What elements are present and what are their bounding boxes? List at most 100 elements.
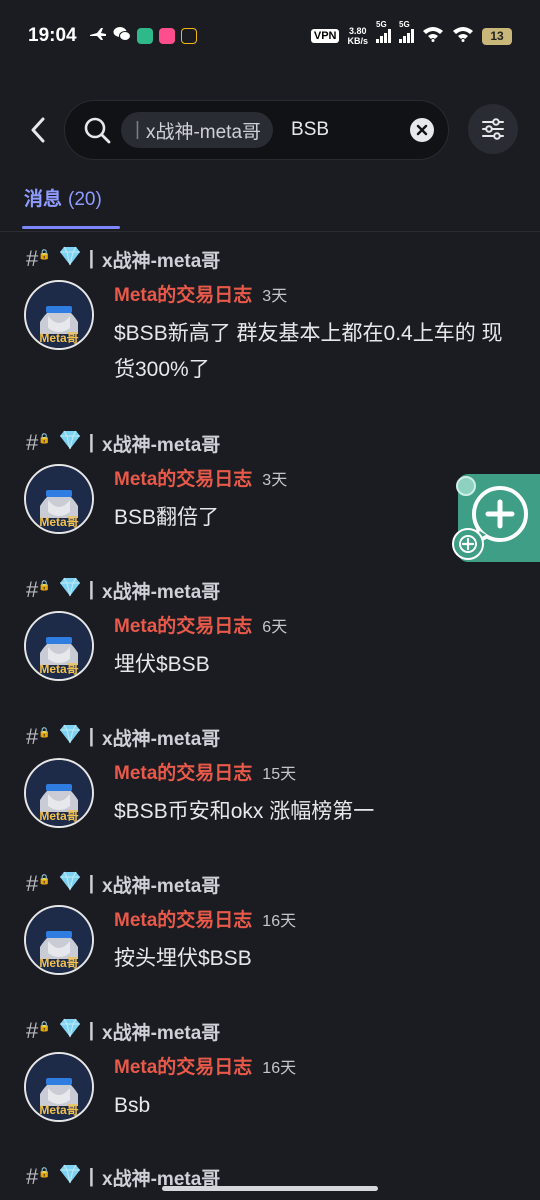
signal-gen-label: 5G (376, 20, 387, 29)
svg-text:Meta哥: Meta哥 (39, 1103, 78, 1117)
author-row: Meta的交易日志 3天 (114, 464, 287, 491)
result-channel[interactable]: #🔒 | x战神-meta哥 (26, 1018, 220, 1044)
avatar-image: Meta哥 (26, 613, 92, 679)
signal-icon: 5G (376, 20, 391, 43)
back-button[interactable] (24, 112, 52, 148)
message-time: 16天 (262, 913, 297, 930)
status-right: VPN 3.80 KB/s 5G 5G 13 (310, 20, 512, 47)
diamond-icon (59, 246, 81, 272)
widget-handle[interactable] (456, 476, 476, 496)
channel-name: x战神-meta哥 (102, 875, 221, 897)
diamond-icon (59, 1018, 81, 1044)
avatar[interactable]: Meta哥 (24, 905, 94, 975)
author-name[interactable]: Meta的交易日志 (114, 763, 252, 784)
message-time: 3天 (262, 472, 288, 489)
result-channel[interactable]: #🔒 | x战神-meta哥 (26, 577, 220, 603)
message-text: 埋伏$BSB (114, 653, 210, 676)
search-input[interactable]: | x战神-meta哥 BSB (64, 100, 449, 160)
hash-lock-icon: #🔒 (26, 577, 51, 602)
author-row: Meta的交易日志 16天 (114, 1052, 296, 1079)
clear-icon (416, 124, 428, 136)
author-name[interactable]: Meta的交易日志 (114, 469, 252, 490)
status-bar: 19:04 VPN 3.80 KB/s 5G 5G 13 (0, 0, 540, 72)
plus-icon (459, 535, 477, 553)
result-channel[interactable]: #🔒 | x战神-meta哥 (26, 871, 220, 897)
diamond-icon (59, 577, 81, 603)
result-channel[interactable]: #🔒 | x战神-meta哥 (26, 246, 220, 272)
wifi-icon (422, 26, 444, 47)
avatar[interactable]: Meta哥 (24, 280, 94, 350)
tab-messages-label: 消息 (24, 189, 63, 210)
clear-search-button[interactable] (410, 118, 434, 142)
channel-name: x战神-meta哥 (102, 434, 221, 456)
camera-app-icon (158, 28, 175, 44)
tab-messages-count: (20) (68, 189, 102, 210)
battery-icon: 13 (482, 27, 512, 45)
channel-separator: | (88, 432, 95, 453)
author-row: Meta的交易日志 15天 (114, 758, 296, 785)
tab-active-indicator (22, 226, 120, 229)
net-speed-unit: KB/s (347, 36, 368, 46)
avatar[interactable]: Meta哥 (24, 464, 94, 534)
net-speed: 3.80 KB/s (347, 26, 368, 46)
channel-name: x战神-meta哥 (102, 250, 221, 272)
status-time: 19:04 (28, 25, 77, 46)
diamond-icon (59, 1164, 81, 1190)
svg-text:Meta哥: Meta哥 (39, 956, 78, 970)
svg-text:Meta哥: Meta哥 (39, 662, 78, 676)
channel-name: x战神-meta哥 (102, 581, 221, 603)
channel-name: x战神-meta哥 (102, 728, 221, 750)
message-text: Bsb (114, 1094, 151, 1117)
avatar[interactable]: Meta哥 (24, 758, 94, 828)
hash-lock-icon: #🔒 (26, 1018, 51, 1043)
diamond-icon (59, 871, 81, 897)
channel-filter-chip[interactable]: | x战神-meta哥 (121, 112, 274, 148)
binance-icon (180, 28, 197, 44)
status-app-icons (89, 26, 197, 47)
diamond-icon (59, 430, 81, 456)
channel-name: x战神-meta哥 (102, 1022, 221, 1044)
tab-divider (0, 231, 540, 232)
channel-separator: | (88, 1020, 95, 1041)
avatar[interactable]: Meta哥 (24, 611, 94, 681)
author-row: Meta的交易日志 6天 (114, 611, 287, 638)
channel-separator: | (88, 579, 95, 600)
hash-lock-icon: #🔒 (26, 430, 51, 455)
avatar[interactable]: Meta哥 (24, 1052, 94, 1122)
result-channel[interactable]: #🔒 | x战神-meta哥 (26, 724, 220, 750)
channel-separator: | (88, 873, 95, 894)
plane-icon (89, 27, 107, 46)
avatar-image: Meta哥 (26, 1054, 92, 1120)
filter-sliders-icon (482, 118, 504, 140)
message-time: 3天 (262, 288, 288, 305)
hash-lock-icon: #🔒 (26, 246, 51, 271)
svg-text:Meta哥: Meta哥 (39, 331, 78, 345)
result-channel[interactable]: #🔒 | x战神-meta哥 (26, 430, 220, 456)
message-text: $BSB币安和okx 涨幅榜第一 (114, 800, 375, 823)
author-name[interactable]: Meta的交易日志 (114, 910, 252, 931)
home-indicator[interactable] (162, 1186, 378, 1191)
avatar-image: Meta哥 (26, 282, 92, 348)
author-name[interactable]: Meta的交易日志 (114, 285, 252, 306)
author-name[interactable]: Meta的交易日志 (114, 616, 252, 637)
wechat-icon (113, 26, 131, 47)
channel-separator: | (88, 1166, 95, 1187)
diamond-icon (59, 724, 81, 750)
message-time: 15天 (262, 766, 297, 783)
message-time: 16天 (262, 1060, 297, 1077)
hash-lock-icon: #🔒 (26, 724, 51, 749)
hash-lock-icon: #🔒 (26, 1164, 51, 1189)
avatar-image: Meta哥 (26, 760, 92, 826)
author-name[interactable]: Meta的交易日志 (114, 1057, 252, 1078)
vpn-badge: VPN (310, 29, 340, 43)
message-time: 6天 (262, 619, 288, 636)
hash-lock-icon: #🔒 (26, 871, 51, 896)
chevron-left-icon (31, 117, 45, 143)
tab-messages[interactable]: 消息 (20) (24, 184, 102, 211)
search-query-text[interactable]: BSB (291, 119, 410, 141)
avatar-image: Meta哥 (26, 466, 92, 532)
signal-icon: 5G (399, 20, 414, 43)
filter-button[interactable] (468, 104, 518, 154)
widget-add-button[interactable] (452, 528, 484, 560)
channel-chip-label: x战神-meta哥 (145, 121, 262, 143)
